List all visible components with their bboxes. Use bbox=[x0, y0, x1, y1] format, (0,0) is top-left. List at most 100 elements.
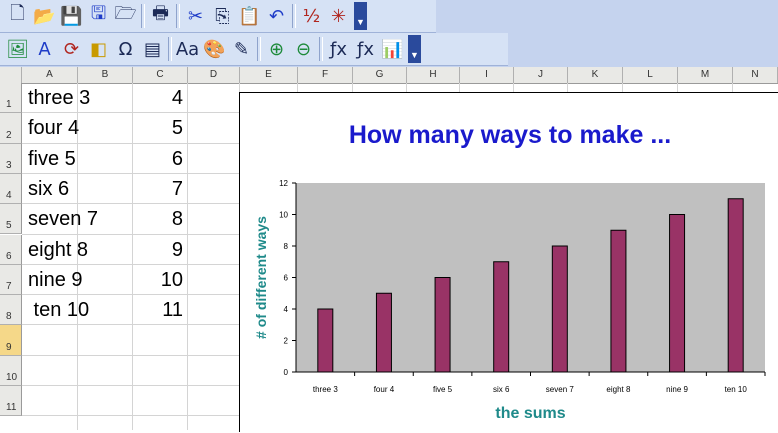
insert-picture-icon[interactable]: 🖼 bbox=[4, 36, 31, 63]
zoom-in-icon[interactable]: ⊕ bbox=[263, 36, 290, 63]
row-header-11[interactable]: 11 bbox=[0, 386, 22, 417]
properties-icon[interactable]: ✎ bbox=[228, 36, 255, 63]
select-all-corner[interactable] bbox=[0, 67, 22, 83]
bar-7 bbox=[669, 214, 686, 373]
bar-4 bbox=[493, 261, 510, 373]
x-tick-label: four 4 bbox=[374, 385, 395, 394]
row-header-1[interactable]: 1 bbox=[0, 83, 22, 114]
function-icon[interactable]: ƒx bbox=[352, 36, 379, 63]
x-tick-label: three 3 bbox=[313, 385, 338, 394]
print-icon[interactable]: 🖶 bbox=[147, 3, 174, 30]
toolbar-separator bbox=[176, 4, 180, 28]
bar-3 bbox=[434, 277, 451, 373]
bar-1 bbox=[317, 308, 334, 373]
y-tick-label: 12 bbox=[279, 179, 288, 188]
embedded-chart[interactable]: How many ways to make ... 0 2 4 6 8 10 12 three… bbox=[239, 92, 778, 432]
cell-c3[interactable]: 6 bbox=[22, 148, 183, 171]
row-header-9[interactable]: 9 bbox=[0, 325, 22, 356]
rotate-icon[interactable]: ⟳ bbox=[58, 36, 85, 63]
column-header-h[interactable]: H bbox=[407, 67, 460, 83]
column-header-d[interactable]: D bbox=[188, 67, 240, 83]
cut-icon[interactable]: ✂ bbox=[182, 3, 209, 30]
open-folder-icon[interactable]: 📂 bbox=[31, 3, 58, 30]
new-document-icon[interactable]: 🗋 bbox=[4, 3, 31, 30]
color-palette-icon[interactable]: 🎨 bbox=[201, 36, 228, 63]
shapes-icon[interactable]: ◧ bbox=[85, 36, 112, 63]
toolbar-overflow-chevron-icon[interactable]: ▼ bbox=[354, 2, 367, 30]
magic-tools-icon[interactable]: ✳ bbox=[325, 3, 352, 30]
toolbar-separator bbox=[319, 37, 323, 61]
y-tick-label: 6 bbox=[284, 274, 289, 283]
bar-8 bbox=[727, 198, 744, 373]
x-tick-label: eight 8 bbox=[606, 385, 631, 394]
insert-symbol-icon[interactable]: Ω bbox=[112, 36, 139, 63]
row-header-6[interactable]: 6 bbox=[0, 234, 22, 265]
zoom-out-icon[interactable]: ⊖ bbox=[290, 36, 317, 63]
insert-toolbar: 🖼 A ⟳ ◧ Ω ▤ Aa 🎨 ✎ ⊕ ⊖ ƒx ƒx 📊 ▼ bbox=[0, 33, 508, 66]
text-art-icon[interactable]: A bbox=[31, 36, 58, 63]
export-icon[interactable]: 🗁 bbox=[112, 3, 139, 30]
x-tick-label: nine 9 bbox=[666, 385, 688, 394]
column-headers: ABCDEFGHIJKLMN bbox=[0, 67, 778, 84]
row-header-10[interactable]: 10 bbox=[0, 355, 22, 386]
paste-icon[interactable]: 📋 bbox=[236, 3, 263, 30]
save-as-icon[interactable]: 🖫 bbox=[85, 3, 112, 30]
y-tick-label: 8 bbox=[284, 242, 289, 251]
column-header-e[interactable]: E bbox=[240, 67, 298, 83]
column-header-l[interactable]: L bbox=[623, 67, 678, 83]
cell-c7[interactable]: 10 bbox=[22, 269, 183, 292]
toolbar-area: 🗋 📂 💾 🖫 🗁 🖶 ✂ ⎘ 📋 ↶ ½ ✳ ▼ 🖼 A ⟳ ◧ Ω ▤ Aa 🎨 ✎ ⊕ ⊖ ƒx ƒx 📊 ▼ bbox=[0, 0, 778, 67]
column-header-n[interactable]: N bbox=[733, 67, 778, 83]
bar-6 bbox=[610, 229, 627, 373]
cell-c1[interactable]: 4 bbox=[22, 87, 183, 110]
y-tick-label: 10 bbox=[279, 211, 288, 220]
toolbar-separator bbox=[257, 37, 261, 61]
cell-c4[interactable]: 7 bbox=[22, 178, 183, 201]
standard-toolbar: 🗋 📂 💾 🖫 🗁 🖶 ✂ ⎘ 📋 ↶ ½ ✳ ▼ bbox=[0, 0, 436, 33]
column-header-f[interactable]: F bbox=[298, 67, 353, 83]
row-header-3[interactable]: 3 bbox=[0, 143, 22, 174]
column-header-m[interactable]: M bbox=[678, 67, 733, 83]
toolbar-separator bbox=[292, 4, 296, 28]
cell-c5[interactable]: 8 bbox=[22, 208, 183, 231]
x-tick-label: ten 10 bbox=[725, 385, 748, 394]
column-header-c[interactable]: C bbox=[133, 67, 188, 83]
y-tick-label: 4 bbox=[284, 305, 289, 314]
undo-icon[interactable]: ↶ bbox=[263, 3, 290, 30]
grid-column-line bbox=[187, 83, 188, 430]
toolbar-separator bbox=[168, 37, 172, 61]
row-header-2[interactable]: 2 bbox=[0, 113, 22, 144]
toolbar-separator bbox=[141, 4, 145, 28]
cell-c6[interactable]: 9 bbox=[22, 239, 183, 262]
cell-c2[interactable]: 5 bbox=[22, 117, 183, 140]
y-tick-label: 2 bbox=[284, 337, 289, 346]
insert-chart-icon[interactable]: 📊 bbox=[379, 36, 406, 63]
y-tick-label: 0 bbox=[284, 368, 289, 377]
chart-canvas: 0 2 4 6 8 10 12 three 3 four 4 five 5 six 6 seven 7… bbox=[253, 179, 766, 422]
function-wizard-icon[interactable]: ƒx bbox=[325, 36, 352, 63]
column-header-g[interactable]: G bbox=[353, 67, 407, 83]
x-tick-label: six 6 bbox=[493, 385, 510, 394]
column-header-i[interactable]: I bbox=[460, 67, 514, 83]
x-tick-label: five 5 bbox=[433, 385, 453, 394]
x-axis-title: the sums bbox=[495, 405, 565, 422]
save-icon[interactable]: 💾 bbox=[58, 3, 85, 30]
column-header-k[interactable]: K bbox=[568, 67, 623, 83]
column-header-a[interactable]: A bbox=[22, 67, 78, 83]
row-header-7[interactable]: 7 bbox=[0, 264, 22, 296]
text-box-icon[interactable]: ▤ bbox=[139, 36, 166, 63]
number-format-icon[interactable]: ½ bbox=[298, 3, 325, 30]
bar-5 bbox=[551, 245, 568, 373]
x-tick-label: seven 7 bbox=[546, 385, 575, 394]
copy-icon[interactable]: ⎘ bbox=[209, 3, 236, 30]
plot-area bbox=[296, 183, 765, 372]
row-header-8[interactable]: 8 bbox=[0, 295, 22, 326]
row-header-5[interactable]: 5 bbox=[0, 204, 22, 235]
bar-2 bbox=[375, 292, 392, 373]
row-header-4[interactable]: 4 bbox=[0, 173, 22, 205]
cell-c8[interactable]: 11 bbox=[22, 299, 183, 322]
column-header-j[interactable]: J bbox=[514, 67, 568, 83]
font-size-icon[interactable]: Aa bbox=[174, 36, 201, 63]
toolbar-overflow-chevron-icon[interactable]: ▼ bbox=[408, 35, 421, 63]
column-header-b[interactable]: B bbox=[78, 67, 133, 83]
